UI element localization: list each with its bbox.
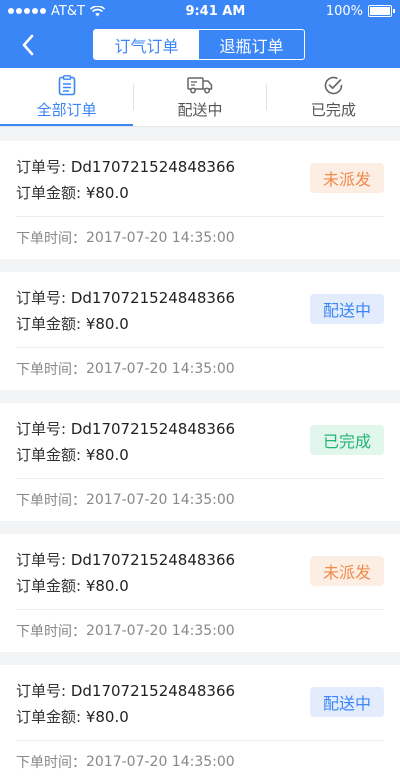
order-time-label: 下单时间：	[16, 231, 86, 247]
order-card-body: 订单号: Dd170721524848366 订单金额: ¥80.0 配送中	[16, 272, 384, 348]
order-time: 2017-07-20 14:35:00	[86, 230, 235, 246]
order-amount: ¥80.0	[85, 184, 129, 202]
order-time-row: 下单时间： 2017-07-20 14:35:00	[16, 217, 384, 259]
chevron-left-icon	[22, 34, 34, 56]
back-button[interactable]	[14, 28, 42, 62]
signal-strength-icon	[8, 8, 46, 14]
order-card-body: 订单号: Dd170721524848366 订单金额: ¥80.0 配送中	[16, 665, 384, 741]
status-bar: AT&T 9:41 AM 100%	[0, 0, 400, 22]
order-number-label: 订单号:	[16, 158, 67, 176]
status-badge: 已完成	[310, 425, 384, 455]
order-time-row: 下单时间： 2017-07-20 14:35:00	[16, 741, 384, 783]
status-time: 9:41 AM	[185, 3, 246, 19]
clipboard-icon	[58, 74, 75, 95]
order-amount-label: 订单金额:	[16, 315, 82, 333]
order-card[interactable]: 订单号: Dd170721524848366 订单金额: ¥80.0 配送中 下…	[0, 665, 400, 783]
status-badge: 配送中	[310, 294, 384, 324]
order-number: Dd170721524848366	[70, 682, 236, 700]
order-number: Dd170721524848366	[70, 551, 236, 569]
order-number-label: 订单号:	[16, 420, 67, 438]
order-time: 2017-07-20 14:35:00	[86, 623, 235, 639]
order-type-segmented-control: 订气订单 退瓶订单	[93, 29, 305, 60]
order-time-row: 下单时间： 2017-07-20 14:35:00	[16, 348, 384, 390]
order-card-body: 订单号: Dd170721524848366 订单金额: ¥80.0 未派发	[16, 141, 384, 217]
battery-percent: 100%	[325, 3, 363, 19]
segment-gas-orders[interactable]: 订气订单	[94, 30, 199, 59]
delivery-truck-icon	[187, 77, 213, 94]
order-time-label: 下单时间：	[16, 755, 86, 771]
status-badge: 配送中	[310, 687, 384, 717]
order-time: 2017-07-20 14:35:00	[86, 361, 235, 377]
order-time-row: 下单时间： 2017-07-20 14:35:00	[16, 479, 384, 521]
order-time-label: 下单时间：	[16, 624, 86, 640]
check-circle-icon	[324, 76, 343, 94]
order-number: Dd170721524848366	[70, 420, 236, 438]
tab-label: 全部订单	[36, 101, 97, 119]
tab-completed[interactable]: 已完成	[267, 68, 400, 126]
order-time: 2017-07-20 14:35:00	[86, 754, 235, 770]
battery-icon	[368, 5, 395, 17]
order-amount: ¥80.0	[85, 577, 129, 595]
order-card[interactable]: 订单号: Dd170721524848366 订单金额: ¥80.0 已完成 下…	[0, 403, 400, 521]
order-card[interactable]: 订单号: Dd170721524848366 订单金额: ¥80.0 未派发 下…	[0, 141, 400, 259]
order-number-label: 订单号:	[16, 551, 67, 569]
status-left: AT&T	[8, 4, 105, 19]
status-tabs: 全部订单 配送中 已完成	[0, 68, 400, 127]
app-header: AT&T 9:41 AM 100% 订气订单 退瓶订单	[0, 0, 400, 68]
wifi-icon	[89, 5, 105, 16]
tab-shipping[interactable]: 配送中	[133, 68, 266, 126]
order-time-label: 下单时间：	[16, 362, 86, 378]
order-card[interactable]: 订单号: Dd170721524848366 订单金额: ¥80.0 配送中 下…	[0, 272, 400, 390]
status-right: 100%	[325, 3, 395, 19]
order-number-label: 订单号:	[16, 289, 67, 307]
tab-label: 配送中	[177, 101, 223, 119]
segment-return-orders[interactable]: 退瓶订单	[199, 30, 304, 59]
tab-divider	[266, 84, 267, 110]
order-time-row: 下单时间： 2017-07-20 14:35:00	[16, 610, 384, 652]
order-amount: ¥80.0	[85, 315, 129, 333]
carrier-name: AT&T	[51, 3, 85, 19]
nav-bar: 订气订单 退瓶订单	[0, 22, 400, 68]
order-amount-label: 订单金额:	[16, 577, 82, 595]
order-amount-label: 订单金额:	[16, 708, 82, 726]
tab-divider	[133, 84, 134, 110]
order-card[interactable]: 订单号: Dd170721524848366 订单金额: ¥80.0 未派发 下…	[0, 534, 400, 652]
order-card-body: 订单号: Dd170721524848366 订单金额: ¥80.0 已完成	[16, 403, 384, 479]
order-number: Dd170721524848366	[70, 289, 236, 307]
status-badge: 未派发	[310, 556, 384, 586]
order-time: 2017-07-20 14:35:00	[86, 492, 235, 508]
tab-label: 已完成	[310, 101, 356, 119]
order-amount-label: 订单金额:	[16, 184, 82, 202]
tab-all-orders[interactable]: 全部订单	[0, 68, 134, 126]
order-number: Dd170721524848366	[70, 158, 236, 176]
order-amount: ¥80.0	[85, 446, 129, 464]
order-amount-label: 订单金额:	[16, 446, 82, 464]
order-card-body: 订单号: Dd170721524848366 订单金额: ¥80.0 未派发	[16, 534, 384, 610]
order-amount: ¥80.0	[85, 708, 129, 726]
order-number-label: 订单号:	[16, 682, 67, 700]
order-list: 订单号: Dd170721524848366 订单金额: ¥80.0 未派发 下…	[0, 127, 400, 783]
order-time-label: 下单时间：	[16, 493, 86, 509]
status-badge: 未派发	[310, 163, 384, 193]
